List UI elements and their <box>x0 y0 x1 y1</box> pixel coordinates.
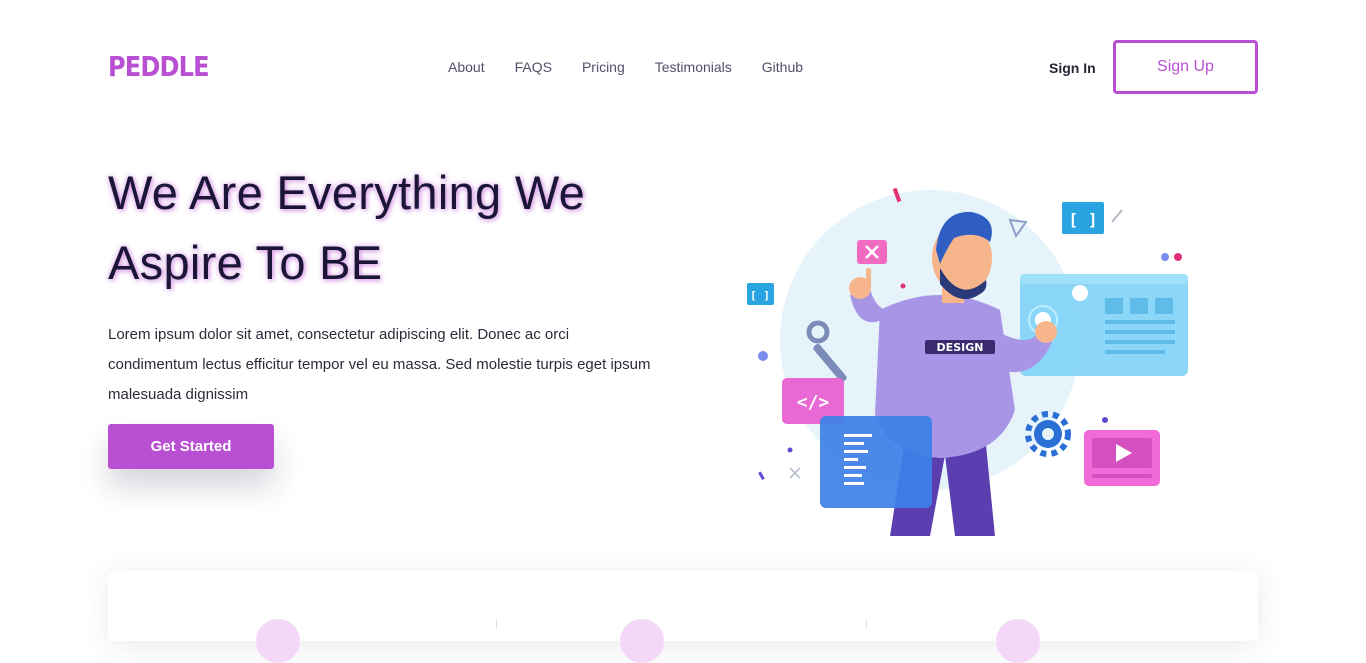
bracket-tag-right: [ ] <box>1062 202 1104 234</box>
gear-icon <box>1025 411 1071 457</box>
svg-text:[ ]: [ ] <box>750 289 770 302</box>
nav-item-testimonials[interactable]: Testimonials <box>655 59 732 75</box>
sign-up-button[interactable]: Sign Up <box>1113 40 1258 94</box>
svg-text:DESIGN: DESIGN <box>937 341 984 354</box>
nav-item-faqs[interactable]: FAQS <box>515 59 552 75</box>
bracket-tag-left: [ ] <box>747 283 774 305</box>
feature-icon-1 <box>256 619 300 663</box>
video-player-card <box>1084 430 1160 486</box>
hero-title-line-2: Aspire To BE <box>108 236 383 289</box>
svg-text:</>: </> <box>797 392 830 413</box>
site-header: PEDDLE About FAQS Pricing Testimonials G… <box>0 0 1366 130</box>
hero-title: We Are Everything We Aspire To BE <box>108 158 708 298</box>
nav-item-about[interactable]: About <box>448 59 485 75</box>
sign-in-link[interactable]: Sign In <box>1049 60 1096 76</box>
close-card-icon <box>857 240 887 264</box>
nav-item-pricing[interactable]: Pricing <box>582 59 625 75</box>
svg-text:[ ]: [ ] <box>1069 210 1098 229</box>
hero-illustration: [ ] [ ] DESIGN </> <box>747 187 1188 536</box>
feature-divider-1 <box>496 619 497 629</box>
feature-icon-3 <box>996 619 1040 663</box>
code-editor-card <box>820 416 932 508</box>
brand-logo[interactable]: PEDDLE <box>108 50 210 83</box>
get-started-button[interactable]: Get Started <box>108 424 274 469</box>
features-card <box>108 571 1258 663</box>
hero-title-line-1: We Are Everything We <box>108 166 586 219</box>
cross-deco-icon <box>789 467 801 479</box>
hero-description: Lorem ipsum dolor sit amet, consectetur … <box>108 326 651 403</box>
feature-divider-2 <box>866 619 867 629</box>
main-nav: About FAQS Pricing Testimonials Github <box>448 59 803 75</box>
nav-item-github[interactable]: Github <box>762 59 803 75</box>
feature-icon-2 <box>620 619 664 663</box>
